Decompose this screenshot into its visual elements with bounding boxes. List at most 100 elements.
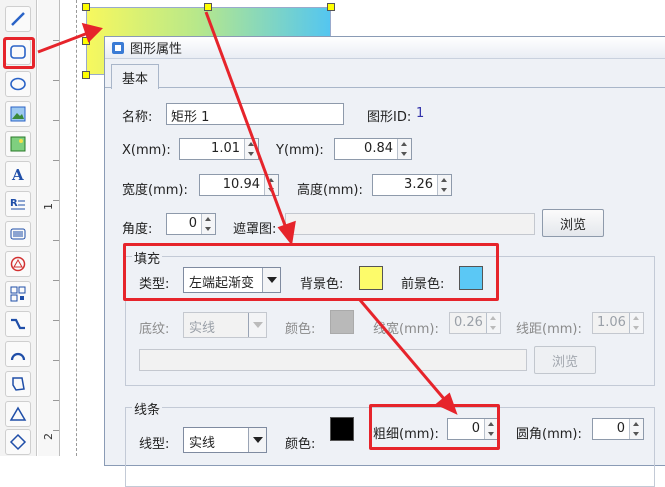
rect-tool-highlight — [3, 37, 35, 69]
texture-select: 实线 — [183, 312, 267, 338]
polygon-icon — [12, 377, 25, 391]
text-tool-button[interactable]: A — [5, 161, 31, 187]
resize-handle[interactable] — [82, 71, 90, 79]
width-label: 宽度(mm): — [122, 183, 188, 198]
ruler-tick — [53, 120, 59, 121]
barcode-icon — [10, 228, 26, 240]
tool-palette: A R — [0, 0, 37, 456]
rich-text-icon: R — [10, 198, 25, 210]
svg-text:A: A — [11, 166, 24, 183]
x-stepper[interactable]: 1.01 — [179, 138, 259, 160]
ruler-tick — [53, 160, 59, 161]
spin-icon[interactable] — [244, 139, 258, 159]
ruler-tick — [53, 240, 59, 241]
texture-value: 实线 — [189, 321, 216, 336]
mask-browse-button[interactable]: 浏览 — [542, 209, 604, 237]
ruler-tick — [53, 40, 59, 41]
shape-id-label: 图形ID: — [367, 110, 412, 125]
texture-color-label: 颜色: — [285, 322, 316, 337]
line-tool-button[interactable] — [5, 6, 31, 32]
chevron-down-icon — [248, 313, 266, 337]
line-width-label: 线宽(mm): — [373, 322, 439, 337]
mask-label: 遮罩图: — [233, 222, 277, 237]
dialog-titlebar[interactable]: 图形属性 — [105, 37, 665, 59]
texture-color-swatch — [330, 310, 354, 334]
y-stepper[interactable]: 0.84 — [334, 138, 412, 160]
text-icon: A — [11, 166, 24, 183]
thickness-annotation-box — [369, 404, 500, 450]
ruler-tick — [53, 200, 59, 201]
ruler-tick — [53, 320, 59, 321]
resize-handle[interactable] — [204, 3, 212, 11]
spin-icon[interactable] — [437, 175, 451, 195]
resize-handle[interactable] — [82, 37, 90, 45]
fill-image-path-input — [139, 349, 527, 371]
tab-basic[interactable]: 基本 — [111, 64, 159, 89]
line-color-swatch[interactable] — [330, 417, 354, 441]
arc-icon — [10, 352, 26, 361]
ruler-tick — [53, 400, 59, 401]
curve-tool-button[interactable] — [5, 311, 31, 337]
image-tool-button[interactable] — [5, 101, 31, 127]
angle-value: 0 — [188, 216, 197, 231]
texture-label: 底纹: — [139, 322, 170, 337]
qrcode-tool-button[interactable] — [5, 281, 31, 307]
triangle-icon — [9, 406, 27, 421]
width-value: 10.94 — [222, 177, 260, 192]
height-stepper[interactable]: 3.26 — [372, 174, 452, 196]
shape-id-value: 1 — [416, 106, 425, 121]
fill-annotation-box — [123, 243, 499, 301]
ellipse-icon — [10, 77, 26, 91]
corner-radius-stepper[interactable]: 0 — [592, 418, 644, 440]
line-gap-value: 1.06 — [597, 315, 626, 330]
angle-label: 角度: — [122, 222, 153, 237]
name-label: 名称: — [122, 110, 153, 125]
spin-icon[interactable] — [201, 214, 215, 234]
page-margin-guide — [76, 0, 77, 456]
resize-handle[interactable] — [82, 3, 90, 11]
diamond-tool-button[interactable] — [5, 429, 31, 455]
svg-text:R: R — [10, 198, 18, 209]
triangle-tool-button[interactable] — [5, 401, 31, 427]
vertical-ruler: 1 2 — [38, 0, 60, 456]
fill-browse-button: 浏览 — [534, 346, 596, 374]
angle-stepper[interactable]: 0 — [166, 213, 216, 235]
stroke-group-title: 线条 — [132, 399, 163, 418]
ruler-tick — [53, 360, 59, 361]
ellipse-tool-button[interactable] — [5, 71, 31, 97]
spin-icon[interactable] — [264, 175, 278, 195]
seal-icon — [10, 256, 26, 272]
corner-radius-label: 圆角(mm): — [516, 427, 582, 442]
resize-handle[interactable] — [327, 3, 335, 11]
picture-tool-button[interactable] — [5, 131, 31, 157]
picture-icon — [10, 136, 26, 152]
rich-text-tool-button[interactable]: R — [5, 191, 31, 217]
height-value: 3.26 — [404, 177, 433, 192]
line-width-stepper: 0.26 — [449, 312, 501, 334]
spin-icon — [629, 313, 643, 333]
polygon-tool-button[interactable] — [5, 371, 31, 397]
ruler-tick — [53, 280, 59, 281]
ruler-mark-1: 1 — [42, 203, 55, 210]
width-stepper[interactable]: 10.94 — [199, 174, 279, 196]
x-label: X(mm): — [122, 143, 171, 158]
corner-radius-value: 0 — [616, 421, 625, 436]
line-width-value: 0.26 — [454, 315, 483, 330]
y-label: Y(mm): — [276, 143, 324, 158]
line-icon — [11, 12, 25, 26]
ruler-tick — [53, 430, 59, 431]
line-style-select[interactable]: 实线 — [183, 427, 267, 453]
dialog-title: 图形属性 — [130, 42, 183, 57]
seal-tool-button[interactable] — [5, 251, 31, 277]
spin-icon[interactable] — [397, 139, 411, 159]
spin-icon — [486, 313, 500, 333]
line-color-label: 颜色: — [285, 437, 316, 452]
spin-icon[interactable] — [629, 419, 643, 439]
image-icon — [10, 106, 26, 122]
barcode-tool-button[interactable] — [5, 221, 31, 247]
x-value: 1.01 — [211, 141, 240, 156]
diamond-icon — [9, 433, 27, 451]
arc-tool-button[interactable] — [5, 341, 31, 367]
name-input[interactable]: 矩形 1 — [166, 103, 344, 125]
app-icon — [112, 41, 124, 54]
